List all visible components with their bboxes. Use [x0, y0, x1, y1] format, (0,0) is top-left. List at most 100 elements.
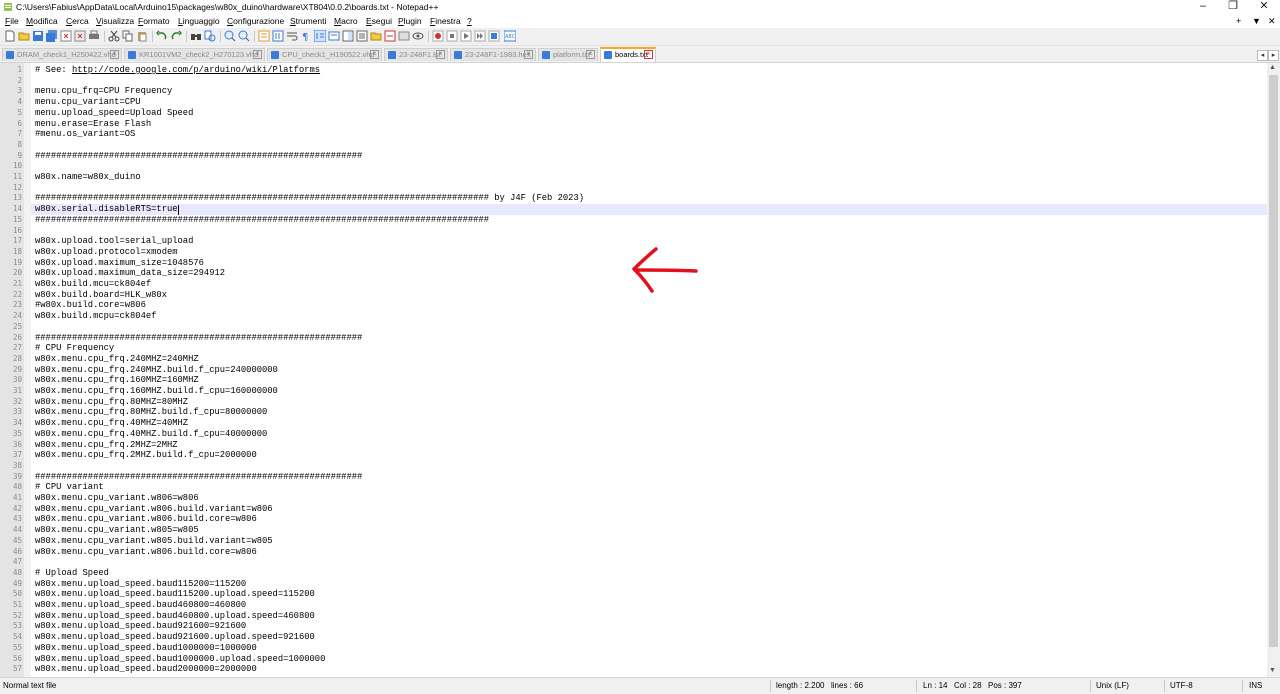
code-line[interactable]: w80x.menu.upload_speed.baud115200.upload…: [35, 589, 315, 600]
code-line[interactable]: # Upload Speed: [35, 568, 109, 579]
tab-dram-check[interactable]: DRAM_check1_H250422.vhd x: [2, 48, 122, 61]
tab-close-icon[interactable]: x: [110, 50, 119, 59]
tab-scroll-right-button[interactable]: ▸: [1268, 50, 1279, 61]
code-line[interactable]: w80x.menu.upload_speed.baud1000000.uploa…: [35, 654, 325, 665]
undo-icon[interactable]: [156, 30, 168, 42]
code-line[interactable]: menu.upload_speed=Upload Speed: [35, 108, 193, 119]
code-line[interactable]: w80x.menu.cpu_frq.240MHZ.build.f_cpu=240…: [35, 365, 278, 376]
code-line[interactable]: # CPU Frequency: [35, 343, 114, 354]
code-line[interactable]: ########################################…: [35, 215, 489, 226]
show-all-characters-icon[interactable]: ¶: [300, 30, 312, 42]
tab-close-icon[interactable]: x: [436, 50, 445, 59]
code-line[interactable]: ########################################…: [35, 472, 362, 483]
save-all-icon[interactable]: [46, 30, 58, 42]
close-all-icon[interactable]: [74, 30, 86, 42]
code-line[interactable]: w80x.menu.cpu_variant.w806.build.core=w8…: [35, 547, 257, 558]
tab-scroll-left-button[interactable]: ◂: [1257, 50, 1268, 61]
tab-close-icon[interactable]: x: [644, 50, 653, 59]
scrollbar-thumb[interactable]: [1269, 75, 1278, 647]
code-line[interactable]: w80x.upload.maximum_data_size=294912: [35, 268, 225, 279]
code-line[interactable]: w80x.menu.upload_speed.baud921600.upload…: [35, 632, 315, 643]
print-icon[interactable]: [88, 30, 100, 42]
menu-file[interactable]: File: [5, 16, 19, 26]
find-icon[interactable]: [190, 30, 202, 42]
new-document-plus-button[interactable]: +: [1236, 16, 1241, 26]
editor[interactable]: 1 2 3 4 5 6 7 8 9 10 11 12 13 14 15 16 17 18 19 20 21 22 23 24 2…: [0, 63, 1267, 677]
tab-cpu-check[interactable]: CPU_check1_H190522.vhd x: [267, 48, 382, 61]
code-line[interactable]: menu.cpu_variant=CPU: [35, 97, 141, 108]
document-map-icon[interactable]: [342, 30, 354, 42]
code-line[interactable]: w80x.menu.cpu_frq.2MHZ.build.f_cpu=20000…: [35, 450, 257, 461]
code-line[interactable]: w80x.menu.cpu_frq.40MHZ=40MHZ: [35, 418, 188, 429]
code-line[interactable]: w80x.menu.cpu_frq.240MHZ=240MHZ: [35, 354, 199, 365]
vertical-scrollbar[interactable]: ▲ ▼: [1267, 63, 1280, 677]
minimize-button[interactable]: –: [1188, 0, 1218, 14]
spell-check-icon[interactable]: ABC: [504, 30, 516, 42]
function-list-icon[interactable]: [356, 30, 368, 42]
code-line[interactable]: w80x.upload.tool=serial_upload: [35, 236, 193, 247]
code-line[interactable]: w80x.serial.disableRTS=true: [35, 204, 178, 215]
code-line[interactable]: #w80x.build.core=w806: [35, 300, 146, 311]
menu-formato[interactable]: Formato: [138, 16, 170, 26]
code-line[interactable]: # See: http://code.google.com/p/arduino/…: [35, 65, 320, 76]
panel-icon[interactable]: [398, 30, 410, 42]
code-line[interactable]: w80x.menu.cpu_variant.w806.build.core=w8…: [35, 514, 257, 525]
code-line[interactable]: ########################################…: [35, 151, 362, 162]
code-line[interactable]: w80x.menu.cpu_frq.80MHZ.build.f_cpu=8000…: [35, 407, 267, 418]
stop-recording-icon[interactable]: [446, 30, 458, 42]
tab-close-icon[interactable]: x: [524, 50, 533, 59]
code-line[interactable]: w80x.menu.cpu_frq.40MHZ.build.f_cpu=4000…: [35, 429, 267, 440]
zoom-in-icon[interactable]: [224, 30, 236, 42]
save-macro-icon[interactable]: [488, 30, 500, 42]
sync-horizontal-icon[interactable]: [272, 30, 284, 42]
sync-vertical-icon[interactable]: [258, 30, 270, 42]
code-line[interactable]: w80x.menu.cpu_variant.w805.build.variant…: [35, 536, 273, 547]
code-line[interactable]: w80x.menu.cpu_variant.w805=w805: [35, 525, 199, 536]
menu-configurazione[interactable]: Configurazione: [227, 16, 284, 26]
save-icon[interactable]: [32, 30, 44, 42]
code-line[interactable]: w80x.menu.cpu_frq.160MHZ.build.f_cpu=160…: [35, 386, 278, 397]
code-line[interactable]: w80x.upload.maximum_size=1048576: [35, 258, 204, 269]
code-line[interactable]: # CPU variant: [35, 482, 104, 493]
code-line[interactable]: ########################################…: [35, 193, 584, 204]
code-line[interactable]: w80x.menu.upload_speed.baud460800.upload…: [35, 611, 315, 622]
code-line[interactable]: w80x.menu.upload_speed.baud115200=115200: [35, 579, 246, 590]
code-line[interactable]: w80x.menu.cpu_frq.2MHZ=2MHZ: [35, 440, 178, 451]
scroll-down-arrow-icon[interactable]: ▼: [1269, 667, 1276, 674]
menu-esegui[interactable]: Esegui: [366, 16, 392, 26]
copy-icon[interactable]: [122, 30, 134, 42]
code-line[interactable]: w80x.menu.upload_speed.baud2000000=20000…: [35, 664, 257, 675]
tab-close-icon[interactable]: x: [370, 50, 379, 59]
code-line[interactable]: w80x.build.mcpu=ck804ef: [35, 311, 156, 322]
preview-eye-icon[interactable]: [412, 30, 424, 42]
tab-platform-txt[interactable]: platform.txt x: [538, 48, 598, 61]
playback-macro-icon[interactable]: [460, 30, 472, 42]
code-line[interactable]: w80x.build.board=HLK_w80x: [35, 290, 167, 301]
zoom-out-icon[interactable]: [238, 30, 250, 42]
code-line[interactable]: w80x.menu.upload_speed.baud921600=921600: [35, 621, 246, 632]
code-line[interactable]: w80x.menu.cpu_variant.w806=w806: [35, 493, 199, 504]
code-line[interactable]: w80x.build.mcu=ck804ef: [35, 279, 151, 290]
replace-icon[interactable]: [204, 30, 216, 42]
tab-23-248f1-hex[interactable]: 23-248F1-1983.hex x: [450, 48, 536, 61]
menu-macro[interactable]: Macro: [334, 16, 358, 26]
monitoring-icon[interactable]: [384, 30, 396, 42]
menu-finestra[interactable]: Finestra: [430, 16, 461, 26]
menu-linguaggio[interactable]: Linguaggio: [178, 16, 220, 26]
menu-strumenti[interactable]: Strumenti: [290, 16, 326, 26]
code-line[interactable]: w80x.name=w80x_duino: [35, 172, 141, 183]
indent-guide-icon[interactable]: [314, 30, 326, 42]
close-document-button[interactable]: ✕: [1268, 16, 1276, 27]
open-file-icon[interactable]: [18, 30, 30, 42]
cut-icon[interactable]: [108, 30, 120, 42]
word-wrap-icon[interactable]: [286, 30, 298, 42]
restore-button[interactable]: ❐: [1218, 0, 1248, 14]
document-list-dropdown-icon[interactable]: ▼: [1252, 16, 1261, 26]
menu-cerca[interactable]: Cerca: [66, 16, 89, 26]
code-line[interactable]: ########################################…: [35, 333, 362, 344]
scroll-up-arrow-icon[interactable]: ▲: [1269, 64, 1276, 71]
menu-plugin[interactable]: Plugin: [398, 16, 422, 26]
paste-icon[interactable]: [136, 30, 148, 42]
run-macro-multiple-icon[interactable]: [474, 30, 486, 42]
menu-modifica[interactable]: Modifica: [26, 16, 58, 26]
